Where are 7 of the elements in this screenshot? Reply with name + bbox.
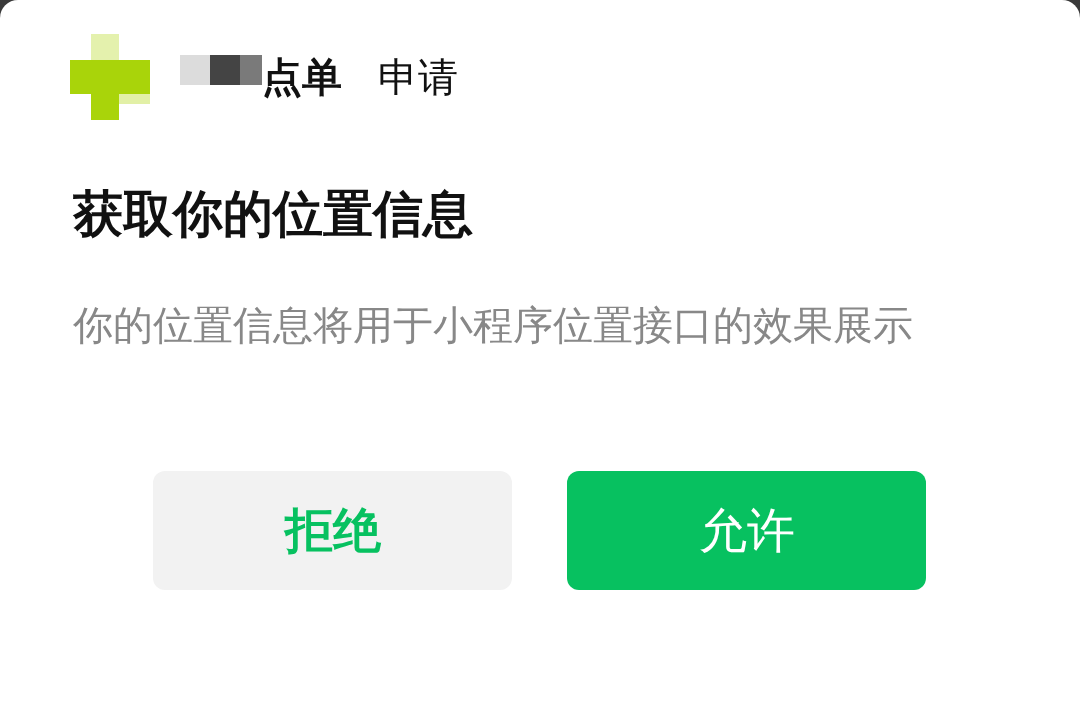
- app-name: 点单: [262, 53, 342, 101]
- dialog-description: 你的位置信息将用于小程序位置接口的效果展示: [73, 301, 914, 349]
- request-label: 申请: [378, 53, 458, 101]
- dialog-title: 获取你的位置信息: [73, 184, 474, 244]
- deny-button[interactable]: 拒绝: [153, 471, 512, 590]
- cross-logo-icon: [70, 34, 150, 120]
- allow-button[interactable]: 允许: [567, 471, 926, 590]
